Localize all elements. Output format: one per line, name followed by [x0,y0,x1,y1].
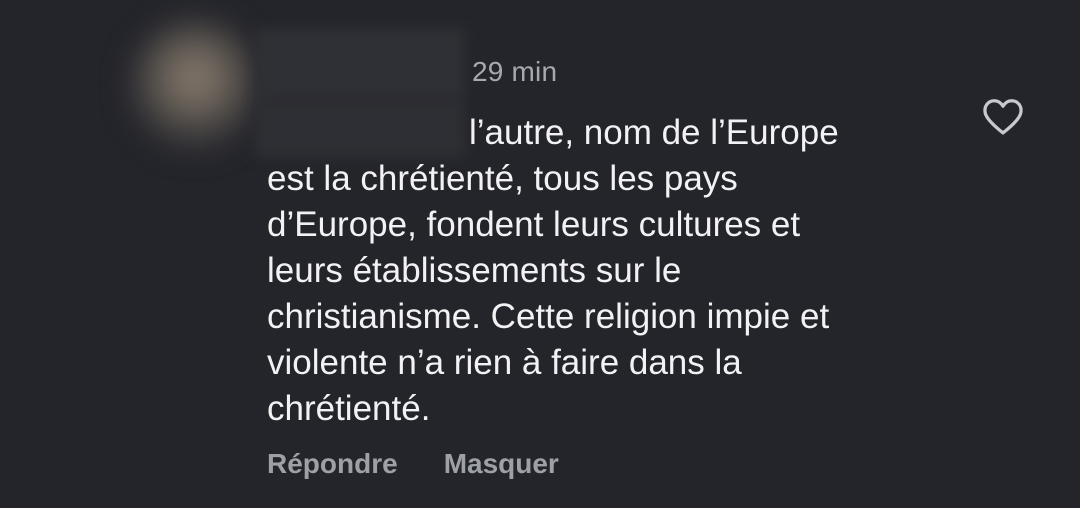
reply-button[interactable]: Répondre [267,448,398,480]
comment-text-line: christianisme. Cette religion impie et [267,297,830,336]
comment-card: 29 min l’autre, nom de l’Europe est la c… [0,0,1080,508]
comment-text-line: chrétienté. [267,389,431,428]
comment-timestamp: 29 min [472,56,558,87]
like-button[interactable] [981,96,1025,136]
hide-button[interactable]: Masquer [444,448,559,480]
comment-text-line: violente n’a rien à faire dans la [267,343,742,382]
username-redacted [255,28,465,100]
comment-actions: Répondre Masquer [267,448,559,480]
comment-text: l’autre, nom de l’Europe est la chrétien… [267,110,947,432]
comment-text-line: leurs établissements sur le [267,251,682,290]
comment-text-line: d’Europe, fondent leurs cultures et [267,205,801,244]
heart-outline-icon [983,99,1023,135]
avatar[interactable] [130,20,260,150]
comment-text-line: l’autre, nom de l’Europe [469,113,839,152]
comment-text-line: est la chrétienté, tous les pays [267,159,738,198]
